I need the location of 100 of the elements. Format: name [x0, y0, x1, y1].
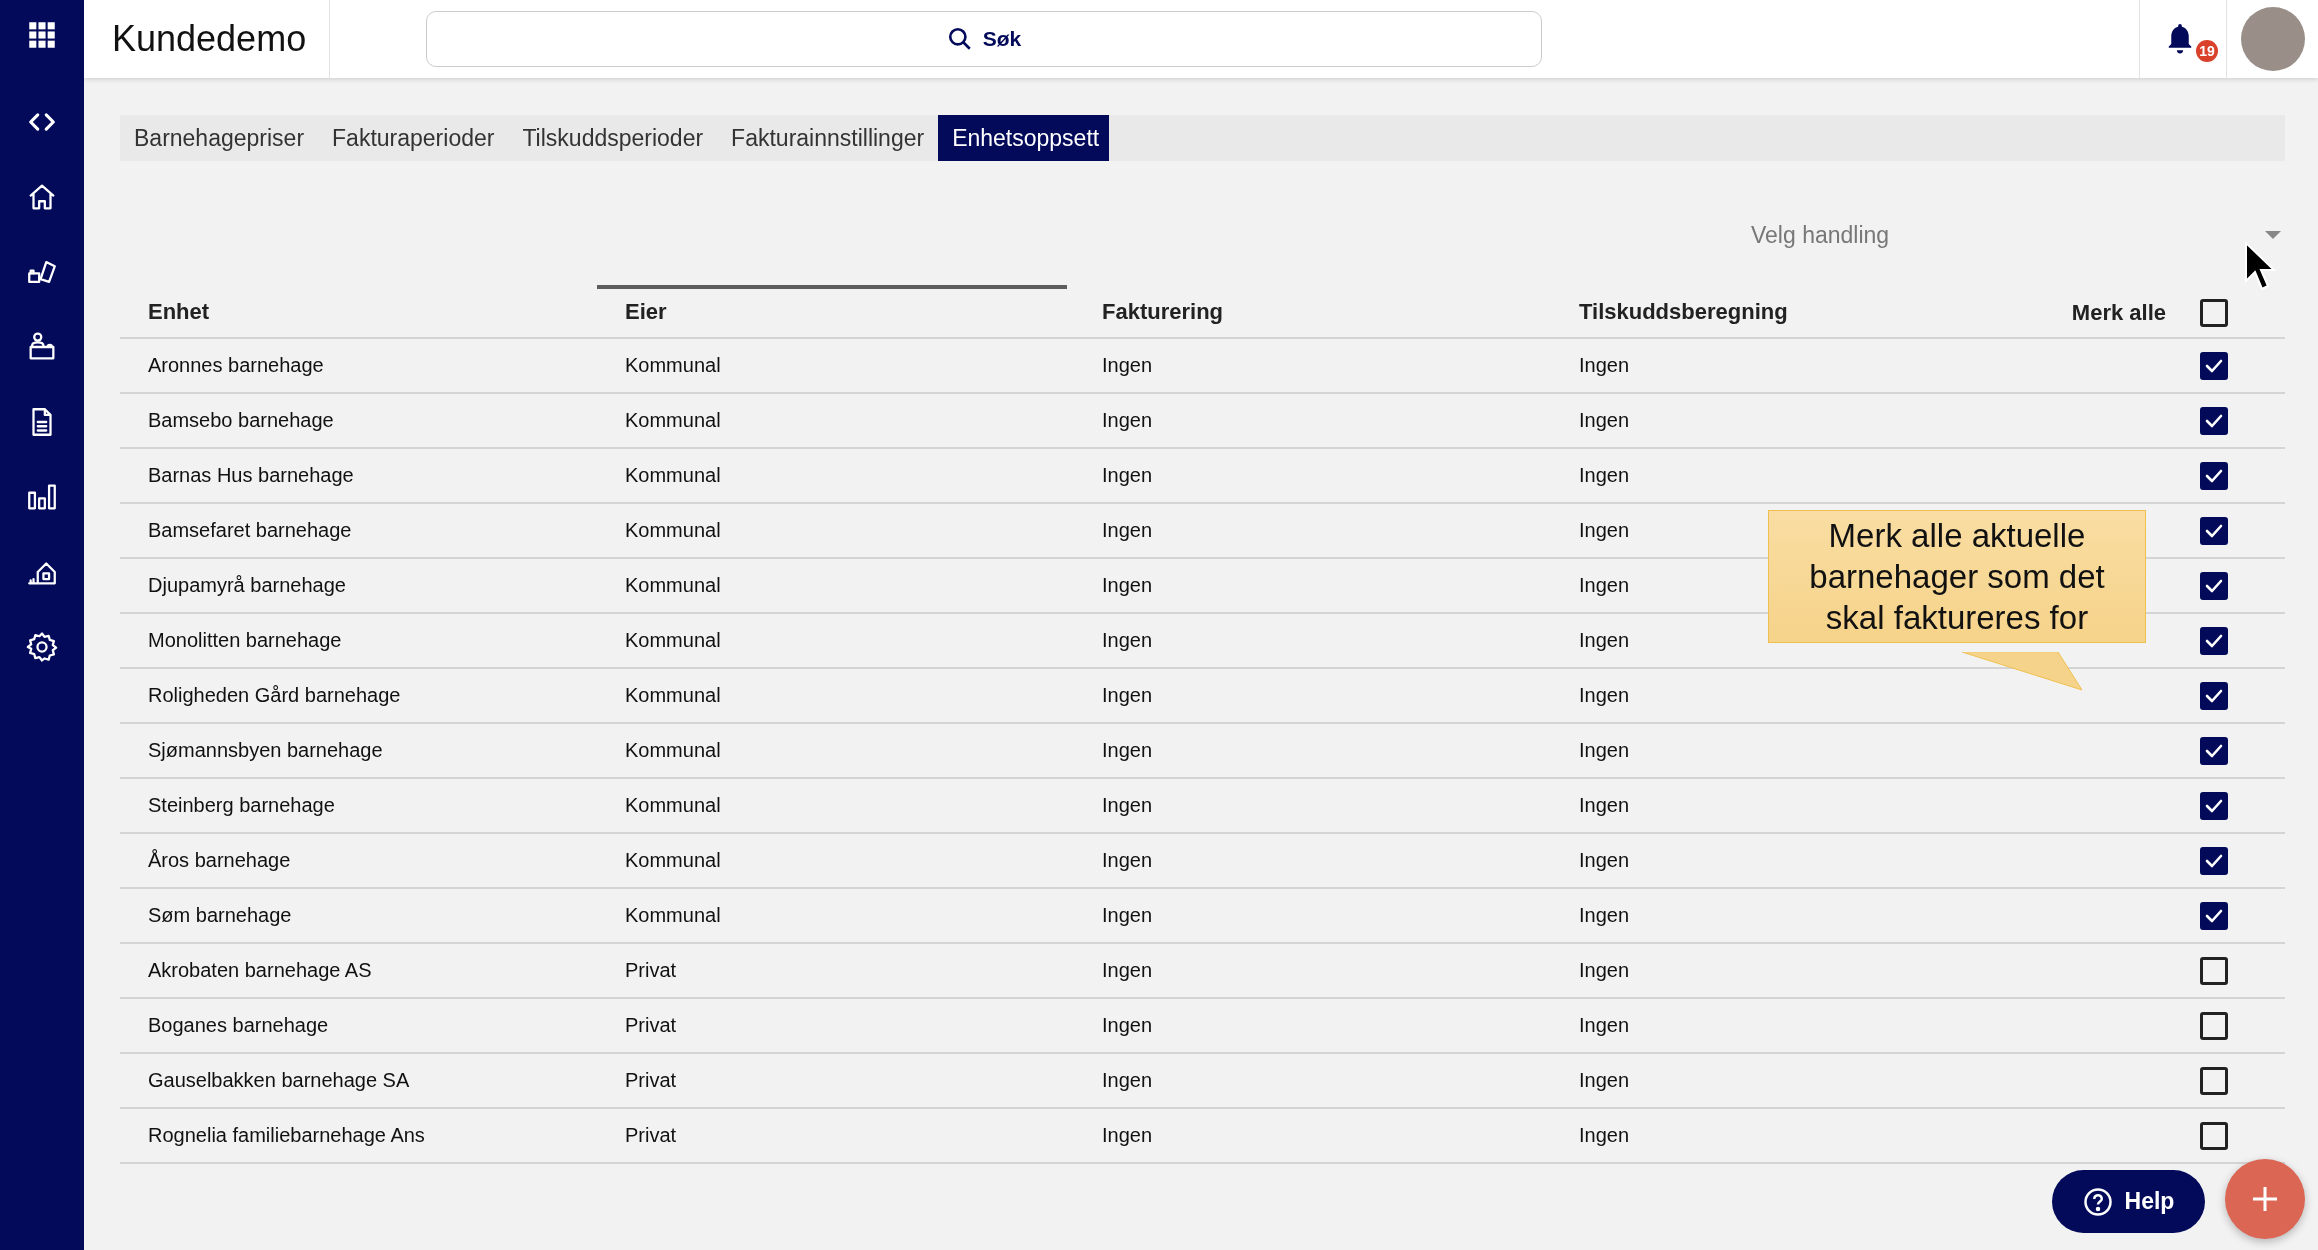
table-cell: Bamsebo barnehage	[148, 409, 334, 432]
table-cell: Kommunal	[625, 629, 721, 652]
table-cell: Roligheden Gård barnehage	[148, 684, 401, 707]
column-header[interactable]: Eier	[597, 285, 1067, 337]
checkbox[interactable]	[2200, 1066, 2228, 1095]
table-cell: Djupamyrå barnehage	[148, 574, 346, 597]
table-cell: Ingen	[1579, 574, 1630, 597]
table-cell: Ingen	[1579, 794, 1630, 817]
table-cell: Ingen	[1102, 519, 1153, 542]
table-cell: Boganes barnehage	[148, 1014, 329, 1037]
checkbox[interactable]	[2200, 299, 2228, 327]
table-cell: Ingen	[1579, 1069, 1630, 1092]
table-cell: Ingen	[1102, 959, 1153, 982]
checkbox[interactable]	[2200, 406, 2228, 435]
checkbox[interactable]	[2200, 736, 2228, 765]
table-cell: Ingen	[1579, 629, 1630, 652]
table-cell: Ingen	[1102, 1069, 1153, 1092]
checkbox[interactable]	[2200, 1011, 2228, 1040]
checkbox[interactable]	[2200, 901, 2228, 930]
checkbox[interactable]	[2200, 846, 2228, 875]
check-icon	[2205, 413, 2223, 428]
tab[interactable]: Barnehagepriser	[120, 115, 315, 161]
table-cell: Ingen	[1102, 739, 1153, 762]
check-icon	[2205, 578, 2223, 593]
checkbox[interactable]	[2200, 791, 2228, 820]
table-cell: Ingen	[1102, 354, 1153, 377]
add-button[interactable]	[2225, 1159, 2305, 1239]
table-cell: Privat	[625, 1014, 677, 1037]
table-cell: Ingen	[1102, 849, 1153, 872]
table-cell: Ingen	[1102, 574, 1153, 597]
table-cell: Ingen	[1102, 464, 1153, 487]
table-cell: Åros barnehage	[148, 849, 291, 872]
table-cell: Ingen	[1579, 1124, 1630, 1147]
table-cell: Ingen	[1102, 1124, 1153, 1147]
table-cell: Kommunal	[625, 574, 721, 597]
table-cell: Kommunal	[625, 739, 721, 762]
check-icon	[2205, 798, 2223, 813]
checkbox[interactable]	[2200, 571, 2228, 600]
check-icon	[2205, 633, 2223, 648]
check-icon	[2205, 358, 2223, 373]
table-cell: Ingen	[1579, 849, 1630, 872]
check-icon	[2205, 523, 2223, 538]
table-cell: Kommunal	[625, 849, 721, 872]
callout-text: Merk alle aktuelle barnehager som det skal faktureres for	[1768, 510, 2146, 643]
check-icon	[2205, 688, 2223, 703]
notification-badge: 19	[2196, 40, 2218, 62]
checkbox[interactable]	[2200, 626, 2228, 655]
checkbox[interactable]	[2200, 351, 2228, 380]
help-button[interactable]: Help	[2052, 1170, 2205, 1233]
checkbox[interactable]	[2200, 956, 2228, 985]
checkbox[interactable]	[2200, 1121, 2228, 1150]
table-cell: Barnas Hus barnehage	[148, 464, 354, 487]
table-cell: Ingen	[1579, 464, 1630, 487]
table-cell: Kommunal	[625, 519, 721, 542]
table-cell: Privat	[625, 959, 677, 982]
tab[interactable]: Fakturainnstillinger	[717, 115, 935, 161]
tab[interactable]: Tilskuddsperioder	[508, 115, 714, 161]
table-cell: Monolitten barnehage	[148, 629, 342, 652]
table-cell: Ingen	[1579, 409, 1630, 432]
table-cell: Ingen	[1579, 354, 1630, 377]
table-cell: Ingen	[1102, 904, 1153, 927]
table-cell: Kommunal	[625, 904, 721, 927]
table-cell: Ingen	[1102, 684, 1153, 707]
table-cell: Søm barnehage	[148, 904, 292, 927]
action-dropdown[interactable]: Velg handling	[1751, 221, 2281, 249]
table-cell: Ingen	[1102, 629, 1153, 652]
app-title: Kundedemo	[84, 0, 330, 78]
checkbox[interactable]	[2200, 461, 2228, 490]
table-cell: Privat	[625, 1069, 677, 1092]
table-cell: Rognelia familiebarnehage Ans	[148, 1124, 425, 1147]
table-cell: Kommunal	[625, 684, 721, 707]
tab[interactable]: Enhetsoppsett	[938, 115, 1110, 161]
table-cell: Kommunal	[625, 794, 721, 817]
table-cell: Ingen	[1579, 684, 1630, 707]
select-all-label: Merk alle	[2071, 300, 2166, 326]
check-icon	[2205, 908, 2223, 923]
checkbox[interactable]	[2200, 516, 2228, 545]
column-header[interactable]: Enhet	[120, 285, 597, 337]
table-cell: Ingen	[1579, 904, 1630, 927]
table-cell: Ingen	[1579, 1014, 1630, 1037]
check-icon	[2205, 468, 2223, 483]
table-cell: Aronnes barnehage	[148, 354, 324, 377]
plus-icon	[2252, 1186, 2278, 1212]
question-icon	[2082, 1186, 2113, 1217]
column-header[interactable]: Tilskuddsberegning	[1551, 285, 2055, 337]
checkbox[interactable]	[2200, 681, 2228, 710]
table-cell: Ingen	[1102, 1014, 1153, 1037]
search-field[interactable]: Søk	[426, 11, 1542, 67]
mouse-pointer-icon	[2244, 241, 2278, 293]
table-cell: Bamsefaret barnehage	[148, 519, 352, 542]
settings-icon[interactable]	[25, 630, 59, 664]
table-cell: Privat	[625, 1124, 677, 1147]
table-cell: Sjømannsbyen barnehage	[148, 739, 383, 762]
table-cell: Kommunal	[625, 409, 721, 432]
column-header[interactable]: Fakturering	[1074, 285, 1551, 337]
table-cell: Gauselbakken barnehage SA	[148, 1069, 410, 1092]
table-cell: Ingen	[1579, 739, 1630, 762]
tab[interactable]: Fakturaperioder	[318, 115, 505, 161]
check-icon	[2205, 853, 2223, 868]
table-cell: Kommunal	[625, 464, 721, 487]
